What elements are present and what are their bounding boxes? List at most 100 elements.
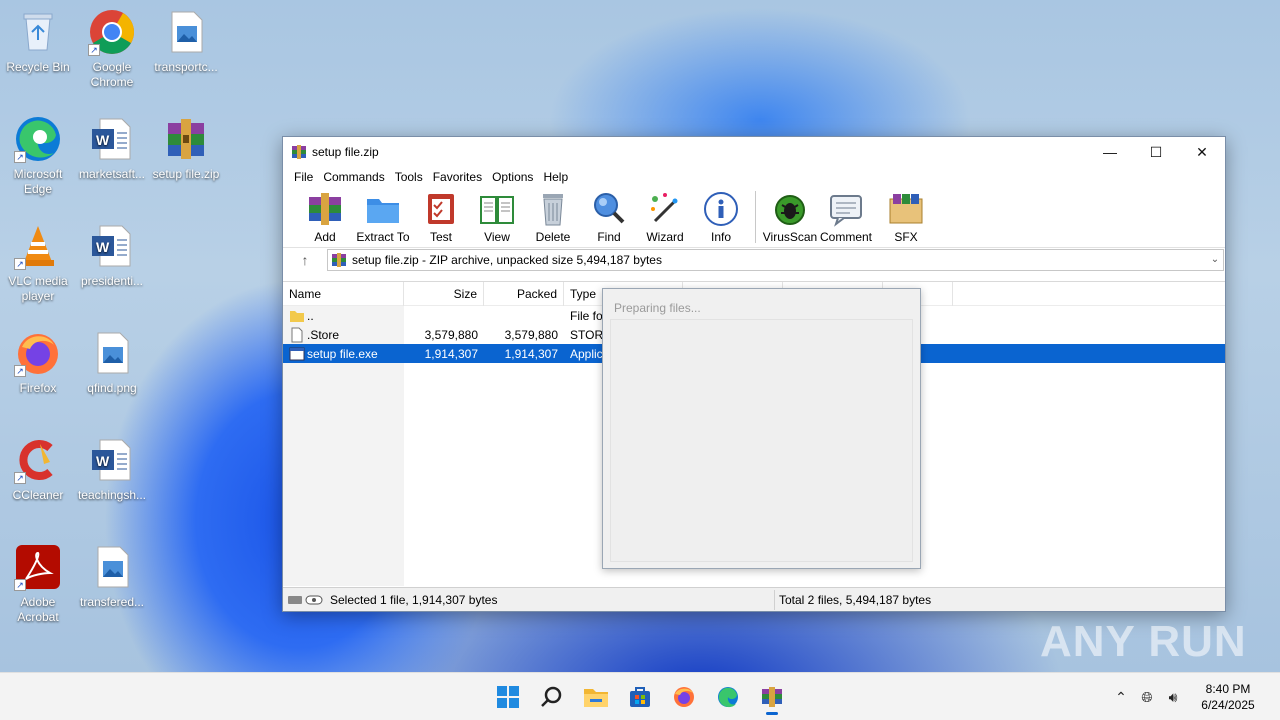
toolbar-separator (755, 191, 756, 243)
address-bar: ↑ setup file.zip - ZIP archive, unpacked… (283, 247, 1225, 271)
edge-icon: ↗ (14, 115, 62, 163)
comment-label: Comment (819, 230, 872, 244)
image-file-icon (162, 8, 210, 56)
desktop-icon-presidenti[interactable]: W presidenti... (74, 222, 150, 289)
minimize-button[interactable]: — (1087, 137, 1133, 167)
delete-button[interactable]: Delete (525, 189, 581, 244)
menu-options[interactable]: Options (487, 170, 538, 184)
globe-icon[interactable]: 🌐︎ (1134, 689, 1160, 706)
shortcut-arrow-icon: ↗ (14, 365, 26, 377)
info-button[interactable]: Info (693, 189, 749, 244)
shortcut-arrow-icon: ↗ (14, 258, 26, 270)
menu-help[interactable]: Help (538, 170, 573, 184)
desktop-icon-teachingsh[interactable]: W teachingsh... (74, 436, 150, 503)
image-file-icon (88, 329, 136, 377)
drive-icon (288, 595, 323, 604)
up-arrow-icon[interactable]: ↑ (283, 252, 327, 268)
desktop-icon-edge[interactable]: ↗ Microsoft Edge (0, 115, 76, 197)
wizard-label: Wizard (646, 230, 684, 244)
start-icon[interactable] (486, 677, 530, 717)
menu-tools[interactable]: Tools (390, 170, 428, 184)
clock-time: 8:40 PM (1205, 682, 1251, 696)
menu-favorites[interactable]: Favorites (428, 170, 487, 184)
speaker-icon[interactable]: 🔊︎ (1160, 689, 1186, 706)
book-icon (479, 191, 515, 227)
desktop-icon-marketsaft[interactable]: W marketsaft... (74, 115, 150, 182)
menu-commands[interactable]: Commands (318, 170, 389, 184)
file-name: setup file.exe (307, 346, 378, 361)
shortcut-arrow-icon: ↗ (88, 44, 100, 56)
anyrun-watermark: ANY RUN (1040, 617, 1247, 666)
desktop-icon-label: Adobe Acrobat (17, 595, 59, 624)
desktop-icon-label: VLC media player (8, 274, 68, 303)
search-icon[interactable] (530, 677, 574, 717)
add-button[interactable]: Add (297, 189, 353, 244)
info-icon (703, 191, 739, 227)
close-button[interactable]: ✕ (1179, 137, 1225, 167)
file-explorer-icon[interactable] (574, 677, 618, 717)
file-size: 1,914,307 (424, 346, 478, 361)
view-button[interactable]: View (469, 189, 525, 244)
firefox-icon[interactable] (662, 677, 706, 717)
virusscan-label: VirusScan (762, 230, 818, 244)
column-header-packed[interactable]: Packed (484, 282, 564, 306)
sfx-box-icon (888, 191, 924, 227)
svg-text:W: W (96, 132, 110, 148)
desktop-icon-ccleaner[interactable]: ↗ CCleaner (0, 436, 76, 503)
address-field[interactable]: setup file.zip - ZIP archive, unpacked s… (327, 248, 1224, 271)
delete-label: Delete (535, 230, 571, 244)
trash-icon (535, 191, 571, 227)
column-header-name[interactable]: Name (283, 282, 404, 306)
desktop-icon-setup-zip[interactable]: setup file.zip (148, 115, 224, 182)
chevron-up-icon[interactable]: ⌃ (1108, 689, 1134, 706)
address-text: setup file.zip - ZIP archive, unpacked s… (352, 252, 662, 267)
store-icon[interactable] (618, 677, 662, 717)
winrar-icon[interactable] (750, 677, 794, 717)
status-total: Total 2 files, 5,494,187 bytes (779, 592, 932, 607)
firefox-icon: ↗ (14, 329, 62, 377)
svg-text:W: W (96, 239, 110, 255)
file-packed: 3,579,880 (504, 327, 558, 342)
desktop-icon-recycle-bin[interactable]: Recycle Bin (0, 8, 76, 75)
clock[interactable]: 8:40 PM 6/24/2025 (1186, 681, 1270, 713)
word-doc-icon: W (88, 222, 136, 270)
desktop-icon-transportc[interactable]: transportc... (148, 8, 224, 75)
bug-icon (772, 191, 808, 227)
maximize-button[interactable]: ☐ (1133, 137, 1179, 167)
word-doc-icon: W (88, 436, 136, 484)
winrar-icon (292, 145, 306, 159)
test-button[interactable]: Test (413, 189, 469, 244)
menu-file[interactable]: File (289, 170, 318, 184)
shortcut-arrow-icon: ↗ (14, 472, 26, 484)
comment-icon (828, 191, 864, 227)
comment-button[interactable]: Comment (818, 189, 874, 244)
desktop-icon-qfind[interactable]: qfind.png (74, 329, 150, 396)
title-bar[interactable]: setup file.zip — ☐ ✕ (283, 137, 1225, 167)
shortcut-arrow-icon: ↗ (14, 151, 26, 163)
dialog-text: Preparing files... (614, 301, 701, 315)
desktop-icon-label: setup file.zip (152, 167, 220, 181)
ccleaner-icon: ↗ (14, 436, 62, 484)
sfx-button[interactable]: SFX (874, 189, 938, 244)
find-button[interactable]: Find (581, 189, 637, 244)
winrar-archive-icon (162, 115, 210, 163)
desktop-icon-vlc[interactable]: ↗ VLC media player (0, 222, 76, 304)
extract-to-button[interactable]: Extract To (353, 189, 413, 244)
acrobat-icon: ↗ (14, 543, 62, 591)
chevron-down-icon[interactable]: ⌄ (1207, 254, 1223, 265)
desktop-icon-transfered[interactable]: transfered... (74, 543, 150, 610)
column-header-size[interactable]: Size (404, 282, 484, 306)
desktop-icon-acrobat[interactable]: ↗ Adobe Acrobat (0, 543, 76, 625)
virusscan-button[interactable]: VirusScan (762, 189, 818, 244)
magnifier-icon (591, 191, 627, 227)
wizard-button[interactable]: Wizard (637, 189, 693, 244)
desktop-icon-label: presidenti... (80, 274, 144, 288)
exe-file-icon (289, 347, 305, 360)
desktop-icon-firefox[interactable]: ↗ Firefox (0, 329, 76, 396)
taskbar: ⌃ 🌐︎ 🔊︎ 8:40 PM 6/24/2025 (0, 672, 1280, 720)
winrar-icon (332, 252, 346, 267)
edge-icon[interactable] (706, 677, 750, 717)
desktop-icon-label: marketsaft... (78, 167, 146, 181)
desktop-icon-chrome[interactable]: ↗ Google Chrome (74, 8, 150, 90)
image-file-icon (88, 543, 136, 591)
